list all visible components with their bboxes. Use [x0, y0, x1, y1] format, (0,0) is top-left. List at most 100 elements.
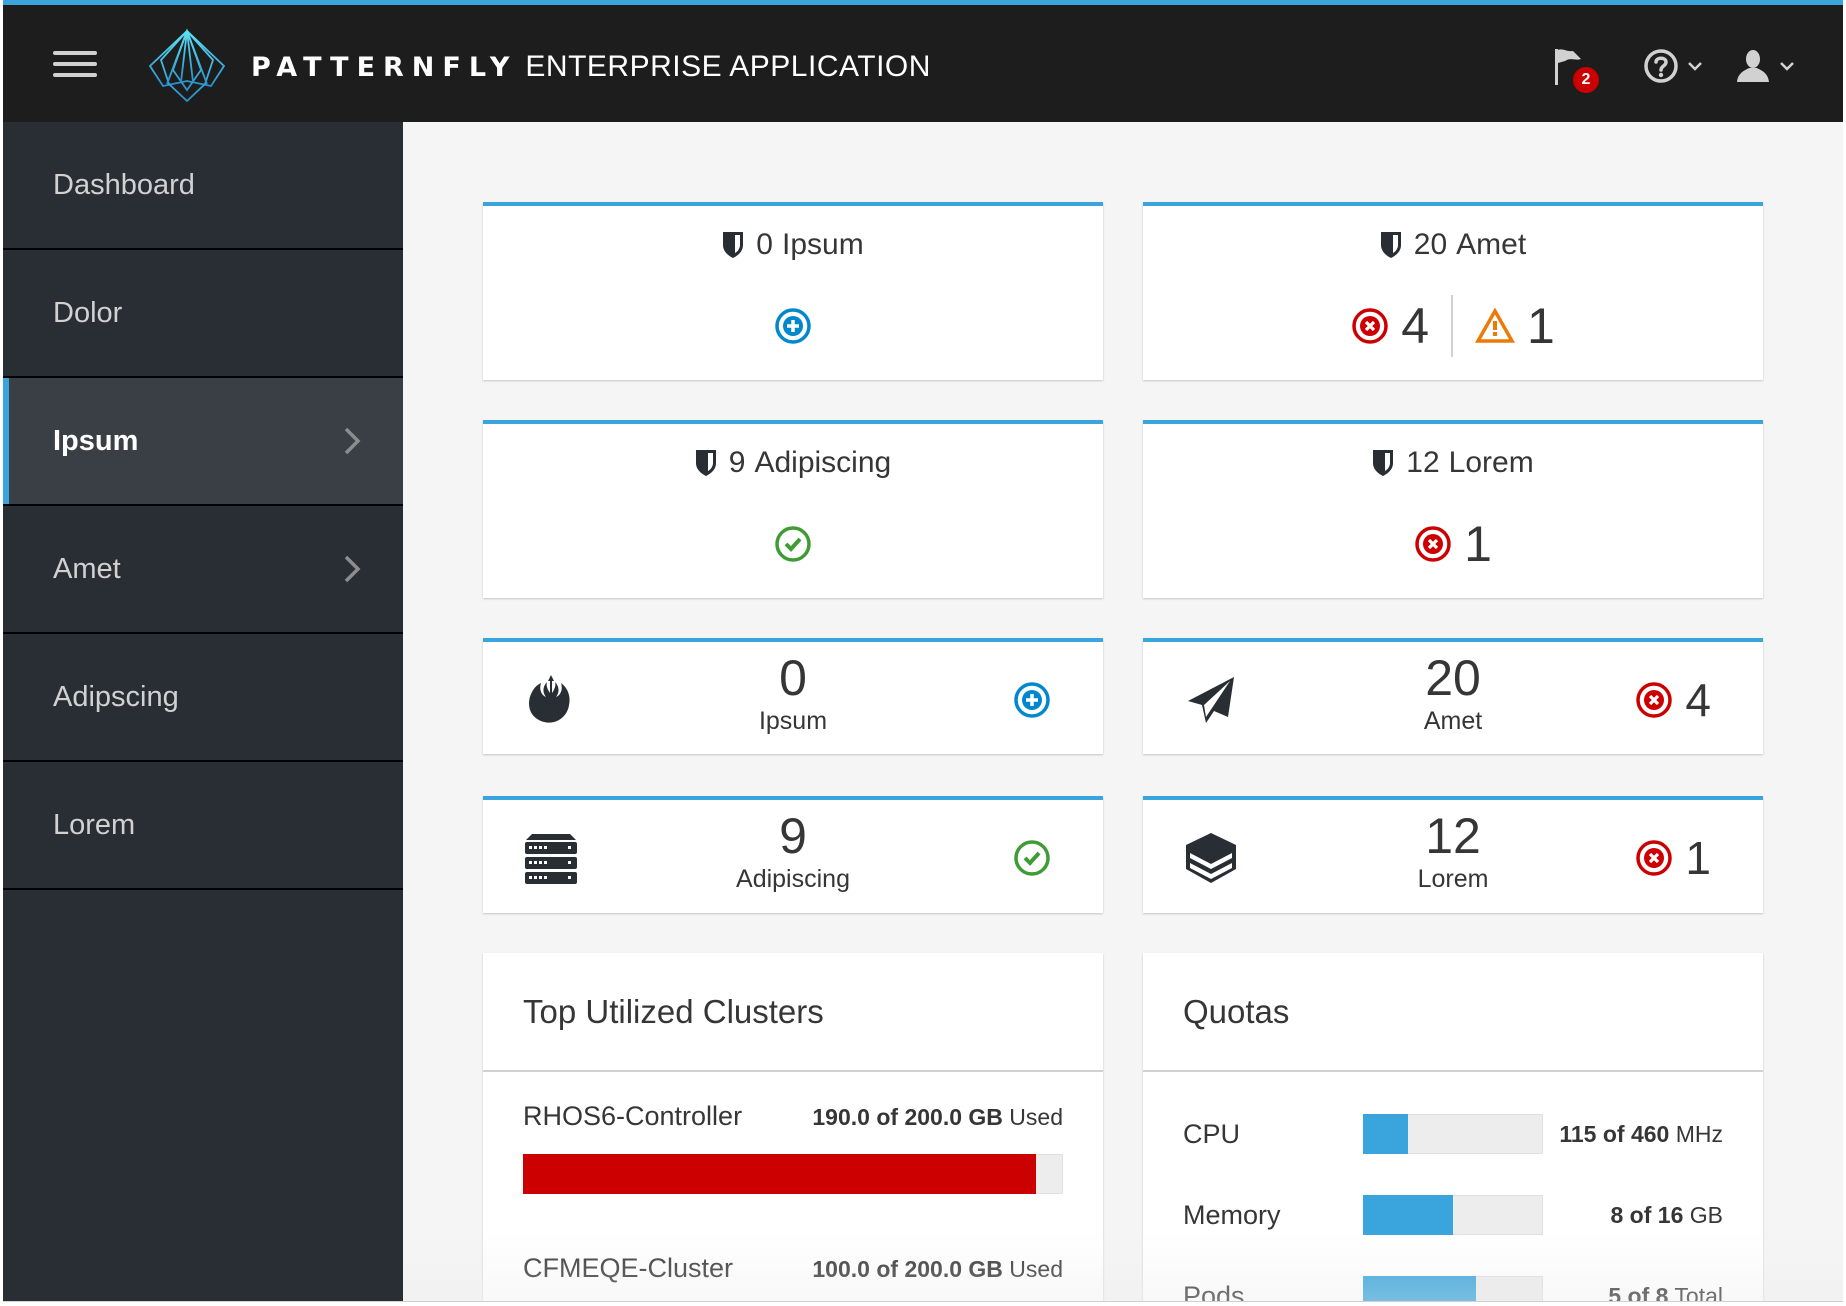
progress-bar: [523, 1154, 1063, 1194]
error-status[interactable]: 1: [1635, 835, 1711, 881]
error-status[interactable]: 4: [1635, 677, 1711, 723]
error-status[interactable]: 1: [1414, 519, 1492, 569]
cluster-name: CFMEQE-Cluster: [523, 1253, 734, 1283]
aggregate-status-card: 12 Lorem 1: [1143, 420, 1763, 598]
error-circle-icon: [1636, 682, 1673, 718]
add-circle-icon[interactable]: [1013, 681, 1051, 719]
quota-label: Pods: [1183, 1280, 1245, 1302]
warning-status[interactable]: 1: [1475, 301, 1555, 351]
quota-used: 8: [1610, 1201, 1624, 1228]
mini-card-summary[interactable]: 0 Ipsum: [643, 650, 943, 736]
error-status[interactable]: 4: [1351, 301, 1429, 351]
paper-plane-icon: [1188, 677, 1234, 723]
app-name: ENTERPRISE APPLICATION: [525, 50, 931, 83]
usage-unit: GB: [968, 1256, 1003, 1282]
shield-icon: [1373, 450, 1394, 476]
quota-used: 5: [1608, 1282, 1622, 1302]
error-circle-icon: [1415, 526, 1451, 562]
aggregate-status-card: 9 Adipiscing: [483, 420, 1103, 598]
card-title[interactable]: 12 Lorem: [1143, 446, 1763, 480]
brand-name: PATTERNFLY: [251, 51, 518, 83]
user-menu-button[interactable]: [1735, 43, 1795, 89]
error-circle-icon: [1636, 840, 1673, 876]
quota-value: 5 of 8 Total: [1543, 1282, 1723, 1302]
quota-total: 16: [1657, 1201, 1684, 1228]
card-count: 20: [1425, 650, 1481, 706]
card-count: 12: [1425, 808, 1481, 864]
usage-total: 200.0: [904, 1104, 963, 1130]
sidebar-item-label: Dashboard: [53, 168, 195, 201]
quota-item: Pods 5 of 8 Total: [1183, 1276, 1723, 1302]
hamburger-icon-bar: [53, 73, 97, 77]
card-title[interactable]: 9 Adipiscing: [483, 446, 1103, 480]
layers-icon: [1186, 833, 1236, 883]
sidebar-item-lorem[interactable]: Lorem: [3, 762, 403, 890]
help-menu-button[interactable]: [1643, 43, 1703, 89]
shield-icon: [1380, 232, 1401, 258]
card-title[interactable]: 20 Amet: [1143, 228, 1763, 262]
card-count: 0: [779, 650, 807, 706]
top-utilized-clusters-card: Top Utilized Clusters RHOS6-Controller 1…: [483, 953, 1103, 1301]
progress-bar-fill: [1363, 1114, 1408, 1154]
quota-unit: Total: [1674, 1282, 1723, 1302]
card-title: Top Utilized Clusters: [483, 953, 1103, 1072]
card-count: 12: [1406, 446, 1440, 479]
aggregate-status-card: 20 Amet 4 1: [1143, 202, 1763, 380]
card-label: Ipsum: [758, 707, 828, 735]
quota-unit: MHz: [1675, 1120, 1723, 1147]
card-title: Quotas: [1143, 953, 1763, 1072]
sidebar-item-dolor[interactable]: Dolor: [3, 250, 403, 378]
sidebar-item-label: Lorem: [53, 808, 136, 841]
mini-card-summary[interactable]: 12 Lorem: [1303, 808, 1603, 894]
add-circle-icon[interactable]: [774, 307, 812, 345]
hamburger-icon-bar: [53, 51, 97, 55]
card-label: Adipiscing: [736, 865, 850, 893]
sidebar-item-adipscing[interactable]: Adipscing: [3, 634, 403, 762]
usage-used: 100.0: [812, 1256, 870, 1282]
card-title[interactable]: 0 Ipsum: [483, 228, 1103, 262]
mini-card-summary[interactable]: 20 Amet: [1303, 650, 1603, 736]
cluster-utilization-item: CFMEQE-Cluster 100.0 of 200.0 GB Used: [523, 1253, 1063, 1301]
user-icon: [1737, 50, 1769, 82]
mini-status-card: 0 Ipsum: [483, 638, 1103, 754]
warning-triangle-icon: [1475, 308, 1515, 343]
card-status: [483, 514, 1103, 574]
quota-total: 460: [1630, 1120, 1670, 1147]
usage-used: 190.0: [812, 1104, 870, 1130]
chevron-right-icon: [344, 427, 361, 455]
patternfly-logo-icon: [148, 28, 226, 103]
error-count: 1: [1685, 832, 1711, 884]
ok-circle-icon: [775, 526, 811, 562]
notifications-button[interactable]: 2: [1551, 43, 1599, 93]
card-status: [1013, 830, 1051, 886]
error-circle-icon: [1352, 308, 1388, 344]
card-status: 1: [1635, 830, 1711, 886]
chevron-down-icon: [1780, 62, 1794, 71]
sidebar-item-label: Dolor: [53, 296, 123, 329]
card-status: [483, 296, 1103, 356]
aggregate-status-card: 0 Ipsum: [483, 202, 1103, 380]
sidebar-item-amet[interactable]: Amet: [3, 506, 403, 634]
masthead: PATTERNFLY ENTERPRISE APPLICATION 2: [3, 0, 1843, 122]
ok-circle-icon: [1014, 840, 1050, 876]
hamburger-icon-bar: [53, 62, 97, 66]
usage-suffix: Used: [1009, 1256, 1063, 1282]
cluster-usage: 100.0 of 200.0 GB Used: [812, 1256, 1063, 1282]
card-label: Adipiscing: [754, 446, 892, 479]
mini-status-card: 20 Amet 4: [1143, 638, 1763, 754]
sidebar-item-dashboard[interactable]: Dashboard: [3, 122, 403, 250]
error-count: 1: [1464, 516, 1492, 572]
error-count: 4: [1685, 674, 1711, 726]
quota-used: 115: [1559, 1120, 1597, 1147]
card-status: 4 1: [1143, 295, 1763, 357]
sidebar-item-ipsum[interactable]: Ipsum: [3, 378, 403, 506]
quota-item: Memory 8 of 16 GB: [1183, 1195, 1723, 1235]
mini-card-summary[interactable]: 9 Adipiscing: [643, 808, 943, 894]
hamburger-menu-button[interactable]: [53, 49, 97, 79]
card-status: 4: [1635, 672, 1711, 728]
usage-suffix: Used: [1009, 1104, 1063, 1130]
progress-bar-fill: [1363, 1276, 1476, 1301]
cluster-name: RHOS6-Controller: [523, 1101, 743, 1131]
card-label: Lorem: [1448, 446, 1534, 479]
card-status: [1013, 672, 1051, 728]
